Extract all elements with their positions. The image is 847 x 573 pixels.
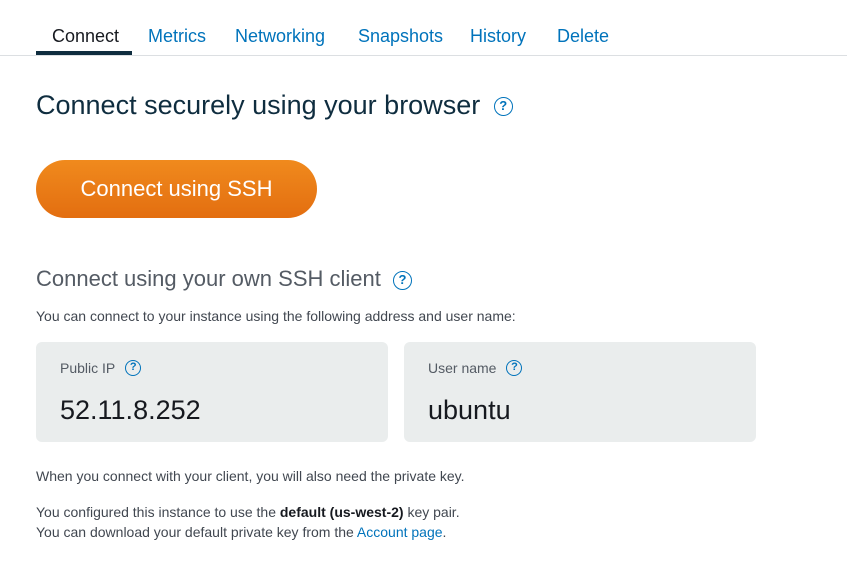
tab-snapshots[interactable]: Snapshots (358, 24, 443, 56)
active-tab-indicator (36, 51, 132, 55)
tab-networking[interactable]: Networking (235, 24, 325, 56)
ssh-client-help-icon[interactable]: ? (392, 270, 412, 290)
public-ip-label-row: Public IP? (60, 358, 142, 378)
key-pair-name: default (us-west-2) (279, 504, 404, 520)
tab-delete[interactable]: Delete (557, 24, 609, 56)
public-ip-label: Public IP (60, 360, 116, 376)
ssh-client-heading: Connect using your own SSH client ? (36, 264, 412, 294)
user-name-label-row: User name? (428, 358, 523, 378)
browser-help-icon[interactable]: ? (493, 97, 513, 117)
public-ip-help-icon[interactable]: ? (125, 360, 142, 377)
key-pair-note: You configured this instance to use the … (36, 502, 460, 522)
public-ip-value[interactable]: 52.11.8.252 (60, 392, 201, 428)
user-name-label: User name (428, 360, 497, 376)
tab-bar: Connect Metrics Networking Snapshots His… (0, 0, 847, 56)
key-pair-suffix: key pair. (403, 504, 460, 520)
user-name-help-icon[interactable]: ? (506, 360, 523, 377)
download-prefix: You can download your default private ke… (36, 524, 357, 540)
browser-connect-heading: Connect securely using your browser ? (36, 88, 513, 122)
connect-ssh-button[interactable]: Connect using SSH (36, 160, 317, 218)
ssh-client-heading-text: Connect using your own SSH client (36, 266, 381, 291)
public-ip-card: Public IP? 52.11.8.252 (36, 342, 388, 442)
download-suffix: . (442, 524, 447, 540)
tab-metrics[interactable]: Metrics (148, 24, 206, 56)
download-key-note: You can download your default private ke… (36, 522, 446, 542)
ssh-client-intro: You can connect to your instance using t… (36, 308, 516, 324)
user-name-card: User name? ubuntu (404, 342, 756, 442)
user-name-value[interactable]: ubuntu (428, 392, 511, 428)
browser-connect-heading-text: Connect securely using your browser (36, 90, 481, 120)
account-page-link[interactable]: Account page (357, 524, 443, 540)
key-pair-prefix: You configured this instance to use the (36, 504, 280, 520)
private-key-note: When you connect with your client, you w… (36, 468, 465, 484)
tab-history[interactable]: History (470, 24, 526, 56)
